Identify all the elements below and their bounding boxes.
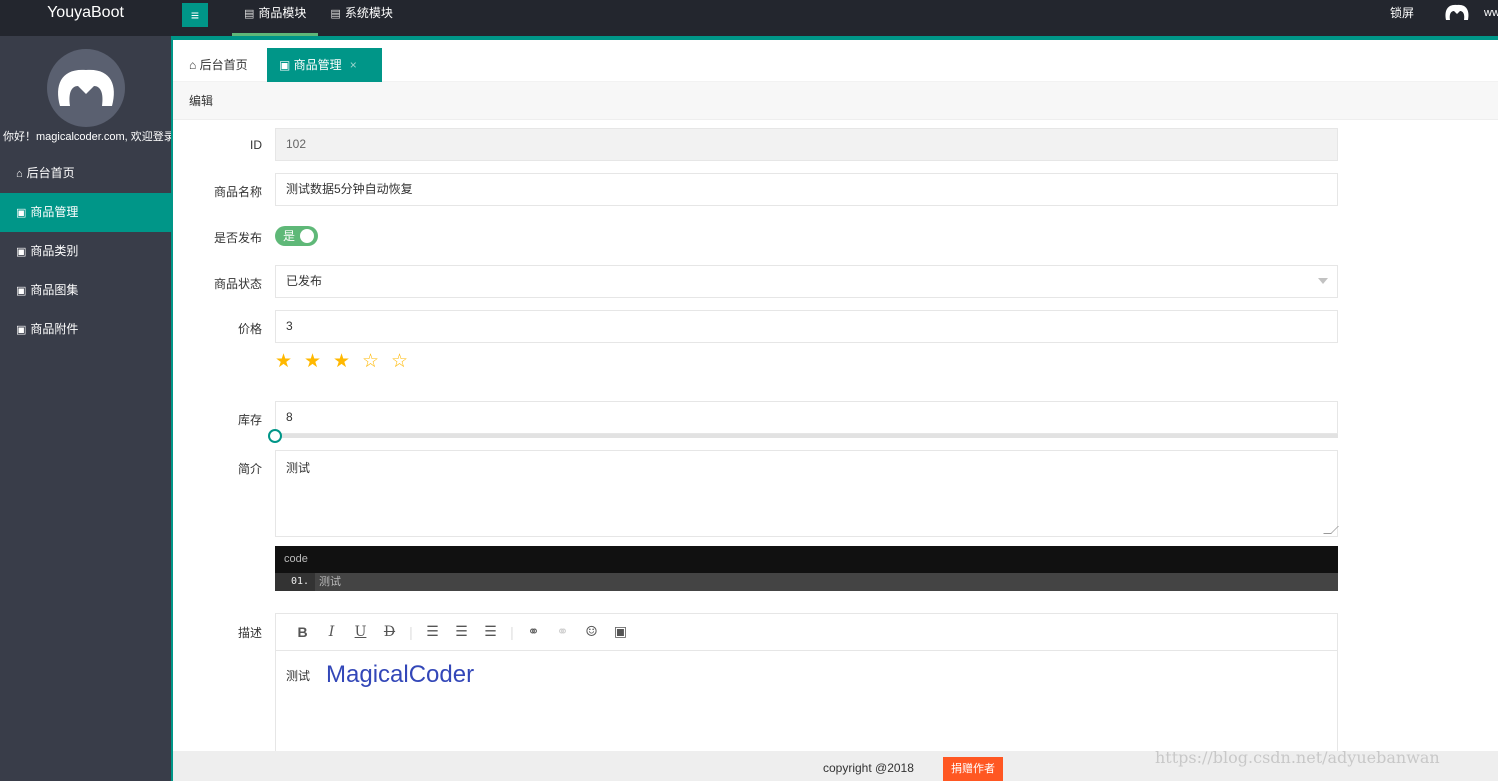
donate-button[interactable]: 捐赠作者 <box>943 757 1003 781</box>
star-icon[interactable]: ★ <box>275 350 304 374</box>
image-icon: ▣ <box>16 246 27 258</box>
id-field: 102 <box>275 128 1338 161</box>
star-icon[interactable]: ★ <box>333 350 362 374</box>
editor-content[interactable]: 测试 MagicalCoder <box>276 651 1337 699</box>
doc-icon: ▤ <box>330 8 341 20</box>
breadcrumb: 编辑 <box>173 82 1498 120</box>
code-line: 01. 测试 <box>275 573 1338 591</box>
toolbar-divider: | <box>510 624 514 640</box>
code-header: code <box>275 546 1338 573</box>
topnav-label: 系统模块 <box>344 6 393 20</box>
rating-stars: ★ ★ ★ ☆ ☆ <box>275 350 420 374</box>
image-icon: ▣ <box>279 58 294 72</box>
status-label: 商品状态 <box>213 277 262 291</box>
price-label: 价格 <box>237 322 262 336</box>
site-link[interactable]: www <box>1484 0 1498 26</box>
desc-label: 描述 <box>237 626 262 640</box>
toggle-knob <box>300 229 314 243</box>
chevron-down-icon[interactable] <box>1318 278 1328 284</box>
intro-text: 测试 <box>286 461 311 475</box>
editor-large-text: MagicalCoder <box>326 661 475 688</box>
doc-icon: ▤ <box>244 8 255 20</box>
italic-icon[interactable]: I <box>317 624 346 640</box>
home-icon: ⌂ <box>16 168 23 180</box>
tab-bar: ⌂ 后台首页 ▣ 商品管理 × <box>173 40 1498 82</box>
image-icon: ▣ <box>16 324 27 336</box>
close-icon[interactable]: × <box>350 58 357 72</box>
tab-label: 后台首页 <box>199 58 248 72</box>
align-left-icon[interactable]: ☰ <box>418 624 447 640</box>
topnav-item-goods[interactable]: ▤ 商品模块 <box>232 0 319 36</box>
link-icon[interactable]: ⚭ <box>519 624 548 640</box>
top-header: YouyaBoot ≡ ▤商品模块 ▤系统模块 锁屏 www <box>0 0 1498 36</box>
editor-toolbar: B I U D | ☰ ☰ ☰ | ⚭ ⚭ ☺ ▣ <box>276 614 1337 651</box>
sidebar-item-home[interactable]: ⌂ 后台首页 <box>0 154 171 193</box>
price-field[interactable]: 3 <box>275 310 1338 343</box>
underline-icon[interactable]: U <box>346 624 375 640</box>
topnav-label: 商品模块 <box>258 6 307 20</box>
status-select[interactable]: 已发布 <box>275 265 1338 298</box>
sidebar-item-category[interactable]: ▣ 商品类别 <box>0 232 171 271</box>
sidebar-item-label: 商品类别 <box>30 244 79 258</box>
stock-slider-handle[interactable] <box>268 429 282 443</box>
image-icon: ▣ <box>16 207 27 219</box>
align-right-icon[interactable]: ☰ <box>476 624 505 640</box>
topnav-item-system[interactable]: ▤ 系统模块 <box>318 0 404 36</box>
emoji-icon[interactable]: ☺ <box>577 624 606 640</box>
tab-home[interactable]: ⌂ 后台首页 <box>177 48 260 82</box>
sidebar-item-label: 商品管理 <box>30 205 79 219</box>
sidebar: 你好！magicalcoder.com, 欢迎登录 ⌂ 后台首页 ▣ 商品管理 ▣ 商… <box>0 36 175 781</box>
intro-textarea[interactable]: 测试 <box>275 450 1339 537</box>
align-center-icon[interactable]: ☰ <box>447 624 476 640</box>
app-logo[interactable]: YouyaBoot <box>0 0 171 36</box>
code-block: code 01. 测试 <box>275 546 1338 591</box>
intro-label: 简介 <box>237 462 262 476</box>
menu-toggle-icon[interactable]: ≡ <box>182 3 208 27</box>
sidebar-item-gallery[interactable]: ▣ 商品图集 <box>0 271 171 310</box>
star-icon[interactable]: ★ <box>304 350 333 374</box>
tab-goods-manage[interactable]: ▣ 商品管理 × <box>267 48 382 82</box>
code-line-text: 测试 <box>319 576 341 588</box>
home-icon: ⌂ <box>189 58 200 72</box>
name-label: 商品名称 <box>213 185 262 199</box>
sidebar-item-label: 商品图集 <box>30 283 79 297</box>
resize-handle-icon[interactable] <box>1323 526 1339 534</box>
tab-label: 商品管理 <box>293 58 342 72</box>
sidebar-item-goods[interactable]: ▣ 商品管理 <box>0 193 171 232</box>
copyright-text: copyright @2018 <box>823 761 914 775</box>
star-icon[interactable]: ☆ <box>391 350 420 374</box>
publish-toggle[interactable]: 是 <box>275 226 318 246</box>
editor-plain-text: 测试 <box>286 668 311 683</box>
stock-label: 库存 <box>237 413 262 427</box>
bold-icon[interactable]: B <box>288 624 317 640</box>
toggle-text: 是 <box>283 229 296 243</box>
stock-field[interactable]: 8 <box>275 401 1338 434</box>
welcome-text: 你好！magicalcoder.com, 欢迎登录 <box>3 131 175 143</box>
image-icon[interactable]: ▣ <box>606 624 635 640</box>
id-label: ID <box>250 138 262 152</box>
side-nav: ⌂ 后台首页 ▣ 商品管理 ▣ 商品类别 ▣ 商品图集 ▣ 商品附件 <box>0 154 171 349</box>
publish-label: 是否发布 <box>213 231 262 245</box>
main-left-border <box>171 36 173 781</box>
user-avatar-icon[interactable] <box>1442 0 1472 26</box>
watermark: https://blog.csdn.net/adyuebanwan <box>1155 748 1440 767</box>
code-line-number: 01. <box>275 573 315 591</box>
sidebar-item-attachment[interactable]: ▣ 商品附件 <box>0 310 171 349</box>
avatar <box>47 49 125 127</box>
top-nav: ▤ 商品模块 ▤ 系统模块 <box>232 0 405 36</box>
image-icon: ▣ <box>16 285 27 297</box>
name-field[interactable]: 测试数据5分钟自动恢复 <box>275 173 1338 206</box>
strikethrough-icon[interactable]: D <box>375 624 404 640</box>
sidebar-item-label: 商品附件 <box>30 322 79 336</box>
unlink-icon[interactable]: ⚭ <box>548 624 577 640</box>
lock-screen-link[interactable]: 锁屏 <box>1390 0 1414 26</box>
header-right: 锁屏 www <box>1390 0 1498 36</box>
stock-slider-track[interactable] <box>275 434 1338 438</box>
sidebar-item-label: 后台首页 <box>26 166 75 180</box>
toolbar-divider: | <box>409 624 413 640</box>
star-icon[interactable]: ☆ <box>362 350 391 374</box>
